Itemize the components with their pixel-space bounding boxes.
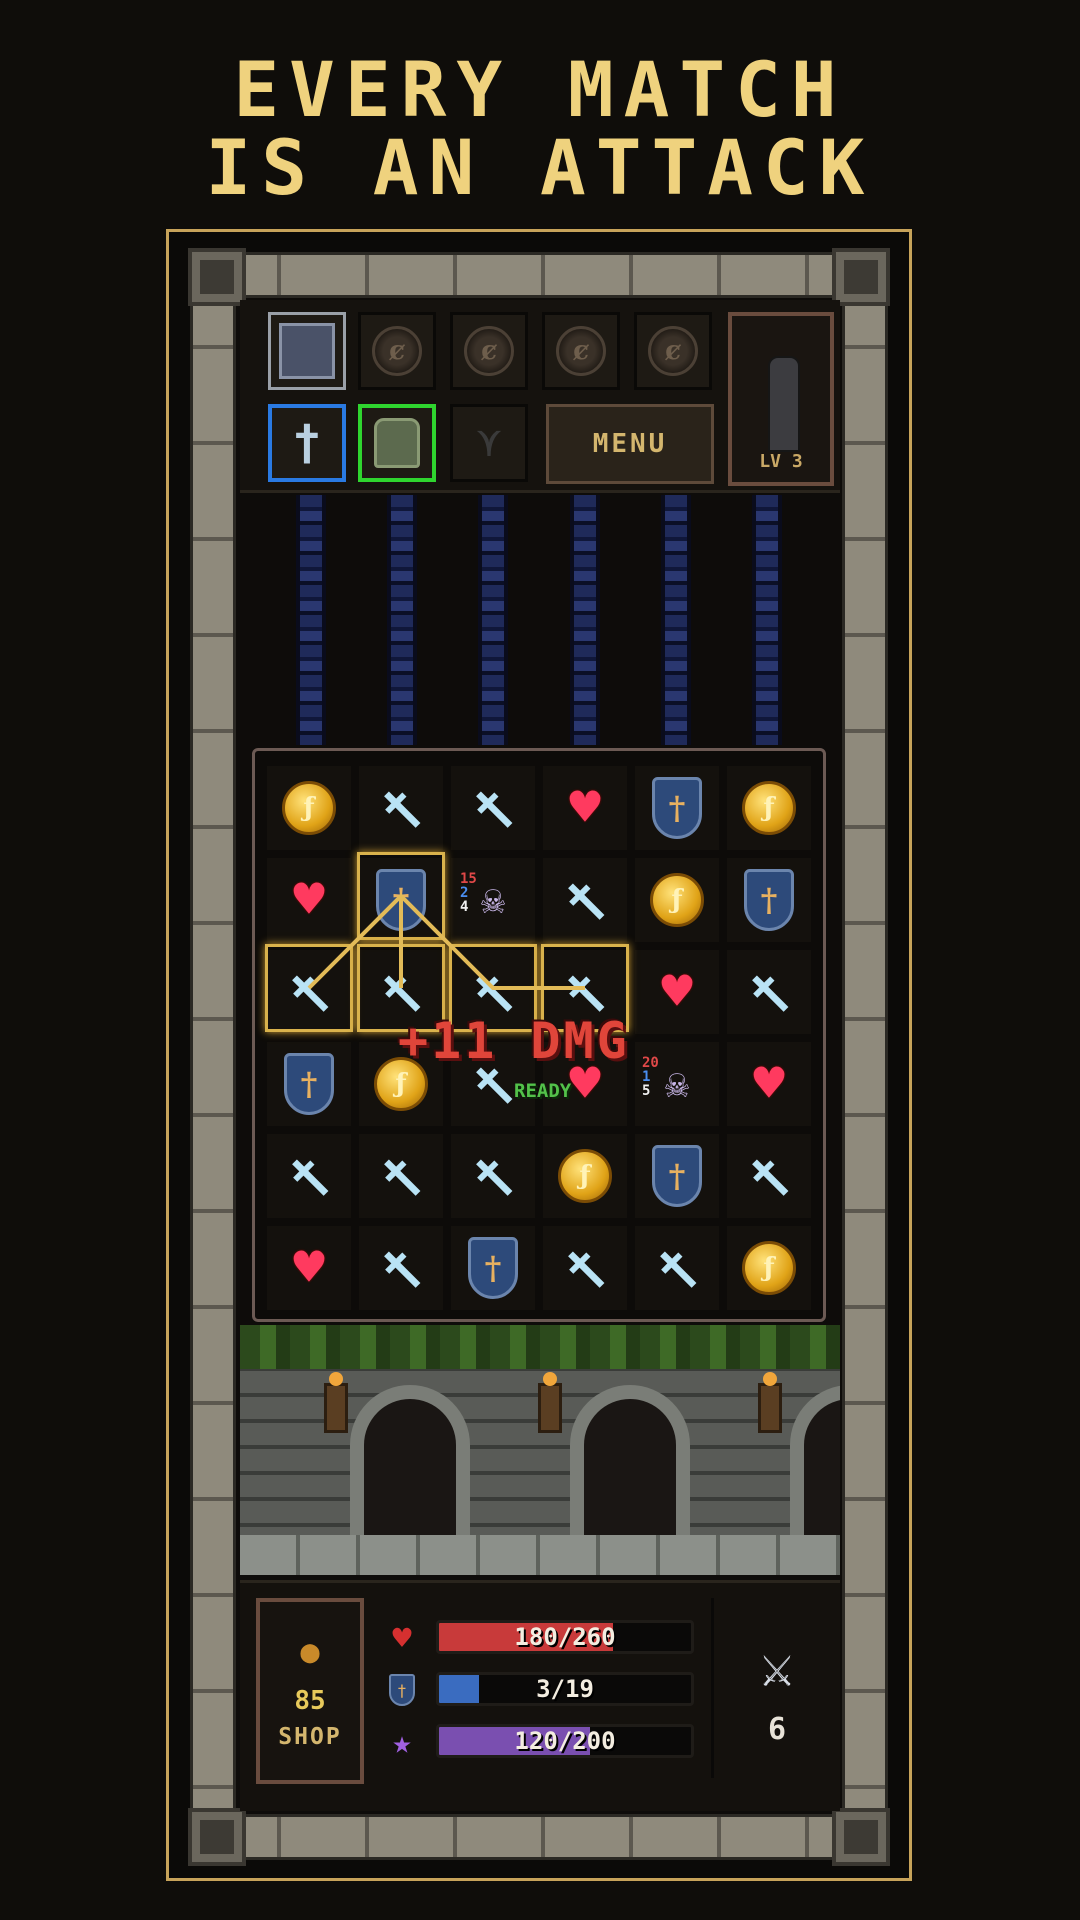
enemy-2-health: 5: [642, 1083, 651, 1099]
ready-label: READY: [514, 1080, 572, 1102]
enemy-2-attack: 20: [642, 1055, 659, 1071]
enemy-2-defense: 1: [642, 1069, 651, 1085]
experience-text: 120/200: [514, 1727, 616, 1755]
heart-icon: ♥: [392, 1619, 412, 1657]
crossed-swords-icon: ⚔: [760, 1634, 794, 1700]
health-text: 180/260: [514, 1623, 616, 1651]
shop-button[interactable]: ● 85 SHOP: [256, 1598, 364, 1784]
gold-bag-icon: ●: [300, 1632, 320, 1670]
gold-amount: 85: [294, 1686, 326, 1716]
enemy-1-attack: 15: [460, 871, 477, 887]
star-icon: ★: [392, 1723, 412, 1761]
enemy-1-health: 4: [460, 899, 469, 915]
hud-divider: [711, 1598, 714, 1778]
enemy-1-defense: 2: [460, 885, 469, 901]
archway-1: [350, 1385, 470, 1555]
dungeon-scene: [240, 1325, 840, 1575]
armor-bar: 3/19: [436, 1672, 694, 1706]
enemy-2-stats: 20 1 5: [642, 1056, 659, 1098]
shop-label: SHOP: [278, 1724, 342, 1750]
health-bar: 180/260: [436, 1620, 694, 1654]
experience-bar: 120/200: [436, 1724, 694, 1758]
shield-icon: †: [382, 1670, 422, 1710]
archway-2: [570, 1385, 690, 1555]
torch-icon: [324, 1372, 348, 1433]
moss-vines: [240, 1325, 840, 1369]
attack-count: 6: [767, 1712, 787, 1747]
torch-icon: [538, 1372, 562, 1433]
dungeon-floor: [240, 1535, 840, 1575]
damage-popup: +11 DMG: [398, 1012, 630, 1070]
armor-text: 3/19: [536, 1675, 594, 1703]
torch-icon: [758, 1372, 782, 1433]
enemy-1-stats: 15 2 4: [460, 872, 477, 914]
